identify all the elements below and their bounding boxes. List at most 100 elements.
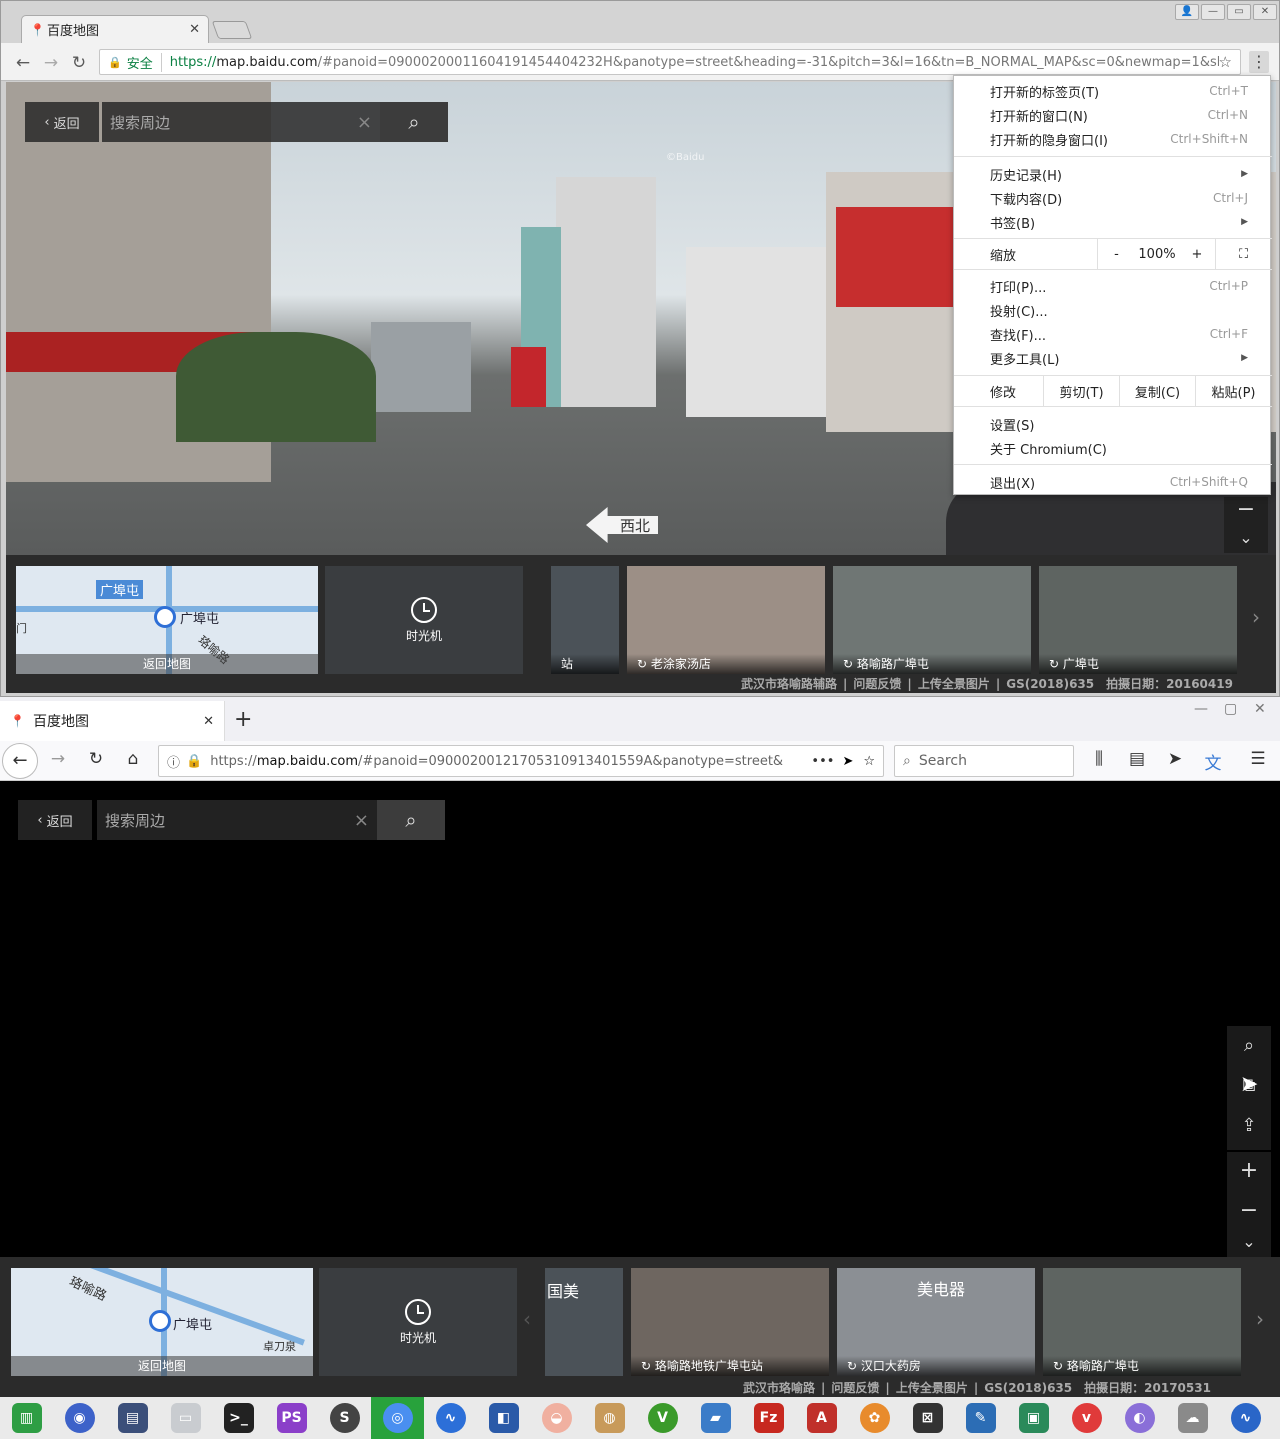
collapse-icon[interactable]: ⌄ <box>1227 1232 1271 1257</box>
bookmark-star-icon[interactable]: ☆ <box>863 754 875 769</box>
taskbar-app[interactable]: ◒ <box>530 1397 583 1439</box>
close-tab-icon[interactable]: ✕ <box>203 714 214 729</box>
maximize-button[interactable]: ▢ <box>1224 701 1237 717</box>
bookmark-star-icon[interactable]: ☆ <box>1219 53 1232 71</box>
home-icon[interactable]: ⌂ <box>122 749 144 769</box>
address-bar[interactable]: 🔒 安全 https://map.baidu.com/#panoid=09000… <box>99 49 1241 75</box>
hamburger-menu-icon[interactable]: ☰ <box>1247 749 1269 769</box>
menu-item-more-tools[interactable]: 更多工具(L) ▶ <box>954 346 1272 370</box>
taskbar-app[interactable]: A <box>795 1397 848 1439</box>
zoom-plus-button[interactable]: + <box>1179 238 1215 270</box>
close-window-button[interactable]: ✕ <box>1253 4 1277 20</box>
menu-item-exit[interactable]: 退出(X) Ctrl+Shift+Q <box>954 470 1272 494</box>
thumb-item[interactable]: 美电器 ↻ 汉口大药房 <box>837 1268 1035 1376</box>
direction-arrow[interactable]: 西北 <box>586 507 658 543</box>
thumb-item[interactable]: ↻ 珞喻路广埠屯 <box>1043 1268 1241 1376</box>
taskbar-phpstorm[interactable]: PS <box>265 1397 318 1439</box>
feedback-link[interactable]: 问题反馈 <box>853 677 901 691</box>
menu-item-print[interactable]: 打印(P)... Ctrl+P <box>954 274 1272 298</box>
street-view-panorama-loading[interactable]: ‹ 返回 搜索周边 × ⌕ ⌕ ⧉ ⇪ + − ⌄ ➤ <box>0 782 1280 1257</box>
upload-link[interactable]: 上传全景图片 <box>896 1381 968 1395</box>
back-arrow-icon[interactable]: ← <box>2 743 38 779</box>
back-button[interactable]: ‹ 返回 <box>25 102 99 142</box>
search-button[interactable]: ⌕ <box>380 102 448 142</box>
taskbar-app[interactable]: ▣ <box>1007 1397 1060 1439</box>
share-icon[interactable]: ⇪ <box>1227 1106 1271 1146</box>
taskbar-app[interactable]: ◍ <box>583 1397 636 1439</box>
taskbar-app[interactable]: ▰ <box>689 1397 742 1439</box>
send-tab-icon[interactable]: ➤ <box>1164 749 1186 769</box>
taskbar-tasks[interactable]: ▤ <box>106 1397 159 1439</box>
next-thumbs-icon[interactable]: › <box>1252 605 1260 629</box>
zoom-out-button[interactable]: − <box>1224 497 1268 525</box>
menu-item-incognito[interactable]: 打开新的隐身窗口(I) Ctrl+Shift+N <box>954 127 1272 151</box>
taskbar-app[interactable]: ✿ <box>848 1397 901 1439</box>
menu-item-settings[interactable]: 设置(S) <box>954 412 1272 436</box>
taskbar-app[interactable]: ∿ <box>1219 1397 1272 1439</box>
new-tab-icon[interactable]: + <box>234 707 252 732</box>
address-bar[interactable]: ⓘ 🔒 https://map.baidu.com/#panoid=090002… <box>158 745 884 777</box>
taskbar-app[interactable]: ☁ <box>1166 1397 1219 1439</box>
minimize-button[interactable]: — <box>1194 701 1208 717</box>
menu-item-downloads[interactable]: 下载内容(D) Ctrl+J <box>954 186 1272 210</box>
close-tab-icon[interactable]: ✕ <box>189 22 200 37</box>
taskbar-app[interactable]: ✎ <box>954 1397 1007 1439</box>
search-button[interactable]: ⌕ <box>377 800 445 840</box>
zoom-minus-button[interactable]: - <box>1097 238 1135 270</box>
close-window-button[interactable]: ✕ <box>1254 701 1266 717</box>
chrome-menu-icon[interactable]: ⋮ <box>1249 51 1269 73</box>
cut-button[interactable]: 剪切(T) <box>1043 375 1119 407</box>
fullscreen-icon[interactable]: ⛶ <box>1215 238 1271 270</box>
chromium-tab[interactable]: 📍 百度地图 ✕ <box>21 15 209 43</box>
back-button[interactable]: ‹ 返回 <box>18 800 92 840</box>
thumb-item[interactable]: 国美 <box>545 1268 623 1376</box>
taskbar-vivaldi[interactable]: v <box>1060 1397 1113 1439</box>
taskbar-app-menu[interactable]: ▥ <box>0 1397 53 1439</box>
new-tab-button[interactable] <box>211 21 253 39</box>
taskbar-app[interactable]: V <box>636 1397 689 1439</box>
clear-icon[interactable]: × <box>357 112 372 133</box>
prev-thumbs-icon[interactable]: ‹ <box>523 1307 531 1331</box>
send-icon[interactable]: ➤ <box>842 754 853 769</box>
next-thumbs-icon[interactable]: › <box>1256 1307 1264 1331</box>
feedback-link[interactable]: 问题反馈 <box>831 1381 879 1395</box>
reload-icon[interactable]: ↻ <box>69 53 89 73</box>
taskbar-sublime[interactable]: S <box>318 1397 371 1439</box>
paste-button[interactable]: 粘贴(P) <box>1195 375 1271 407</box>
thumb-item[interactable]: ↻ 广埠屯 <box>1039 566 1237 674</box>
info-icon[interactable]: ⓘ <box>167 752 180 771</box>
thumb-item[interactable]: ↻ 老涂家汤店 <box>627 566 825 674</box>
nearby-search-input[interactable]: 搜索周边 × <box>102 102 380 142</box>
nearby-search-input[interactable]: 搜索周边 × <box>97 800 377 840</box>
collapse-icon[interactable]: ⌄ <box>1224 525 1268 553</box>
mini-map[interactable]: 珞喻路 广埠屯 卓刀泉 返回地图 <box>11 1268 313 1376</box>
page-actions-icon[interactable]: ••• <box>811 754 834 769</box>
forward-arrow-icon[interactable]: → <box>41 53 61 73</box>
library-icon[interactable]: ⫼ <box>1088 749 1110 769</box>
firefox-tab[interactable]: 📍 百度地图 ✕ <box>0 701 225 741</box>
menu-item-new-window[interactable]: 打开新的窗口(N) Ctrl+N <box>954 103 1272 127</box>
time-machine-button[interactable]: 时光机 <box>319 1268 517 1376</box>
zoom-out-button[interactable]: − <box>1227 1192 1271 1232</box>
menu-item-find[interactable]: 查找(F)... Ctrl+F <box>954 322 1272 346</box>
minimize-button[interactable]: — <box>1201 4 1225 20</box>
taskbar-files[interactable]: ▭ <box>159 1397 212 1439</box>
copy-button[interactable]: 复制(C) <box>1119 375 1195 407</box>
sidebar-icon[interactable]: ▤ <box>1126 749 1148 769</box>
back-arrow-icon[interactable]: ← <box>13 53 33 73</box>
menu-item-about[interactable]: 关于 Chromium(C) <box>954 436 1272 460</box>
search-tool-icon[interactable]: ⌕ <box>1227 1026 1271 1066</box>
thumb-item[interactable]: 站 <box>551 566 619 674</box>
translate-icon[interactable]: 文 <box>1202 749 1224 774</box>
taskbar-chromium[interactable]: ◎ <box>371 1397 424 1439</box>
thumb-item[interactable]: ↻ 珞喻路广埠屯 <box>833 566 1031 674</box>
upload-link[interactable]: 上传全景图片 <box>918 677 990 691</box>
clear-icon[interactable]: × <box>354 810 369 831</box>
menu-item-bookmarks[interactable]: 书签(B) ▶ <box>954 210 1272 234</box>
forward-arrow-icon[interactable]: → <box>47 749 69 769</box>
taskbar-monitor[interactable]: ∿ <box>424 1397 477 1439</box>
menu-item-cast[interactable]: 投射(C)... <box>954 298 1272 322</box>
reload-icon[interactable]: ↻ <box>85 749 107 769</box>
profile-icon[interactable]: 👤 <box>1175 4 1199 20</box>
taskbar-app[interactable]: ⊠ <box>901 1397 954 1439</box>
